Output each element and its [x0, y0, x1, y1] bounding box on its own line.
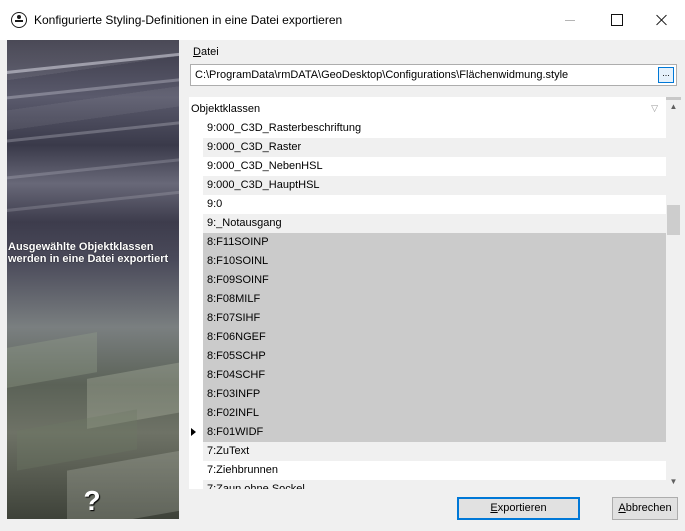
side-description: Ausgewählte Objektklassen werden in eine…	[8, 241, 169, 265]
list-item[interactable]: 9:000_C3D_Rasterbeschriftung	[189, 119, 666, 138]
list-item[interactable]: 7:Ziehbrunnen	[189, 461, 666, 480]
list-item[interactable]: 9:0	[189, 195, 666, 214]
list-item-label: 8:F07SIHF	[203, 309, 666, 328]
browse-button[interactable]: ...	[658, 67, 674, 83]
list-item-label: 8:F06NGEF	[203, 328, 666, 347]
accessibility-icon	[11, 12, 27, 28]
list-item-label: 8:F08MILF	[203, 290, 666, 309]
list-item[interactable]: 7:ZuText	[189, 442, 666, 461]
list-item-label: 9:0	[203, 195, 666, 214]
file-label: Datei	[193, 46, 219, 58]
column-header-objektklassen: Objektklassen	[191, 103, 261, 115]
list-item[interactable]: 8:F08MILF	[189, 290, 666, 309]
list-item[interactable]: 8:F03INFP	[189, 385, 666, 404]
current-row-arrow-icon	[191, 428, 196, 436]
list-item[interactable]: 8:F04SCHF	[189, 366, 666, 385]
list-item[interactable]: 9:000_C3D_NebenHSL	[189, 157, 666, 176]
file-path-value: C:\ProgramData\rmDATA\GeoDesktop\Configu…	[195, 69, 569, 81]
list-rows: 9:000_C3D_Rasterbeschriftung 9:000_C3D_Ra…	[189, 119, 666, 489]
list-item-label: 9:000_C3D_Rasterbeschriftung	[203, 119, 666, 138]
list-item[interactable]: 8:F02INFL	[189, 404, 666, 423]
list-item[interactable]: 8:F10SOINL	[189, 252, 666, 271]
window-title: Konfigurierte Styling-Definitionen in ei…	[34, 13, 343, 27]
sort-indicator-icon: ▽	[651, 103, 658, 113]
list-item[interactable]: 8:F07SIHF	[189, 309, 666, 328]
scroll-up-icon[interactable]: ▲	[666, 99, 681, 114]
list-item-label: 7:Ziehbrunnen	[203, 461, 666, 480]
scroll-down-icon[interactable]: ▼	[666, 474, 681, 489]
list-item[interactable]: 8:F01WIDF	[189, 423, 666, 442]
side-panel-image: Ausgewählte Objektklassen werden in eine…	[7, 40, 179, 519]
list-item-label: 8:F11SOINP	[203, 233, 666, 252]
cancel-button[interactable]: Abbrechen	[612, 497, 678, 520]
list-item[interactable]: 7:Zaun ohne Sockel	[189, 480, 666, 489]
close-button[interactable]	[639, 0, 685, 40]
list-item-label: 8:F05SCHP	[203, 347, 666, 366]
title-bar: Konfigurierte Styling-Definitionen in ei…	[0, 0, 685, 40]
list-item[interactable]: 8:F05SCHP	[189, 347, 666, 366]
list-item-label: 8:F09SOINF	[203, 271, 666, 290]
help-icon[interactable]: ?	[81, 487, 103, 515]
list-item-label: 7:ZuText	[203, 442, 666, 461]
list-item-label: 8:F01WIDF	[203, 423, 666, 442]
list-item-label: 8:F10SOINL	[203, 252, 666, 271]
list-item-label: 8:F03INFP	[203, 385, 666, 404]
list-item[interactable]: 9:000_C3D_HauptHSL	[189, 176, 666, 195]
list-header[interactable]: Objektklassen ▽	[189, 97, 666, 119]
list-item-label: 9:000_C3D_HauptHSL	[203, 176, 666, 195]
list-item-label: 8:F02INFL	[203, 404, 666, 423]
list-item[interactable]: 9:_Notausgang	[189, 214, 666, 233]
vertical-scrollbar[interactable]: ▲ ▼	[666, 97, 681, 489]
list-item-label: 9:_Notausgang	[203, 214, 666, 233]
object-class-list[interactable]: Objektklassen ▽ 9:000_C3D_Rasterbeschrif…	[189, 97, 681, 489]
scroll-thumb[interactable]	[667, 205, 680, 235]
list-item[interactable]: 9:000_C3D_Raster	[189, 138, 666, 157]
list-item[interactable]: 8:F09SOINF	[189, 271, 666, 290]
export-button[interactable]: Exportieren	[457, 497, 580, 520]
minimize-button[interactable]	[547, 0, 593, 40]
maximize-button[interactable]	[594, 0, 640, 40]
list-item[interactable]: 8:F11SOINP	[189, 233, 666, 252]
list-item-label: 8:F04SCHF	[203, 366, 666, 385]
list-item-label: 9:000_C3D_NebenHSL	[203, 157, 666, 176]
list-item[interactable]: 8:F06NGEF	[189, 328, 666, 347]
list-item-label: 7:Zaun ohne Sockel	[203, 480, 666, 489]
file-path-field[interactable]: C:\ProgramData\rmDATA\GeoDesktop\Configu…	[190, 64, 677, 86]
list-item-label: 9:000_C3D_Raster	[203, 138, 666, 157]
